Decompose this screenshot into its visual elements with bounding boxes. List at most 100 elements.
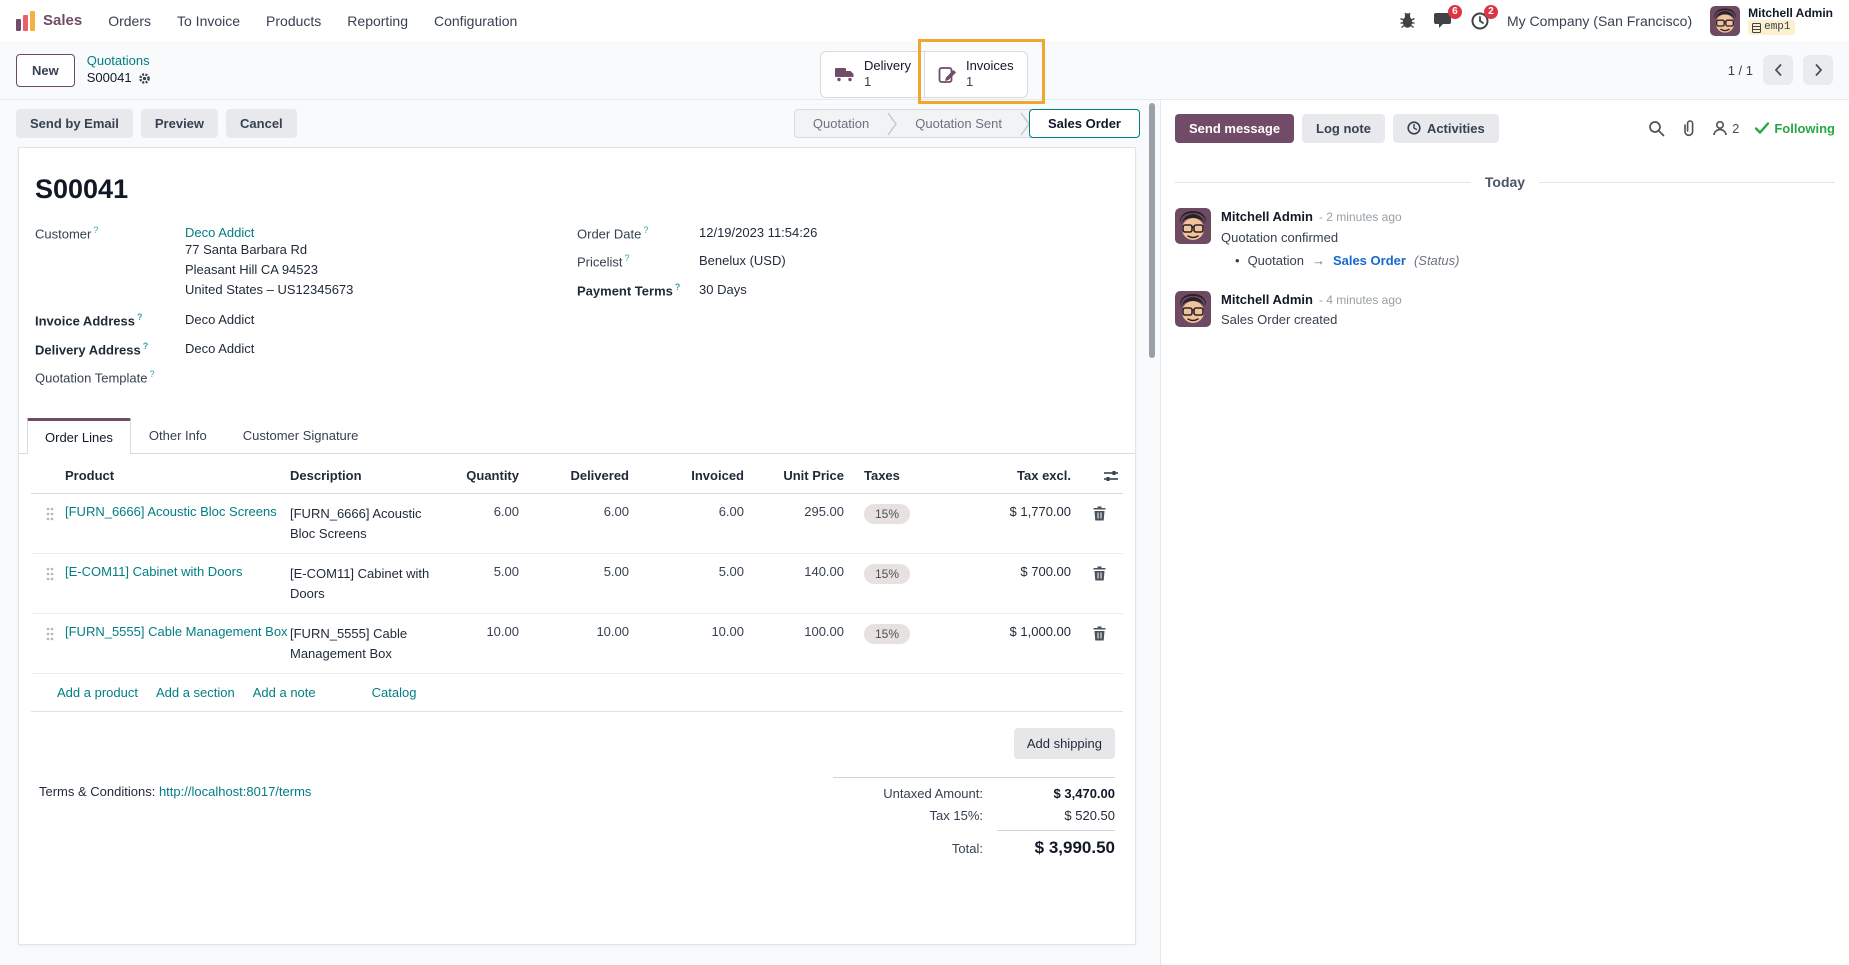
order-line-row[interactable]: [FURN_5555] Cable Management Box [FURN_5…: [31, 614, 1123, 674]
delete-line-button[interactable]: [1079, 564, 1119, 581]
product-link[interactable]: [E-COM11] Cabinet with Doors: [65, 564, 290, 579]
line-invoiced[interactable]: 5.00: [635, 564, 750, 579]
invoices-smart-button[interactable]: Invoices 1: [924, 52, 1027, 97]
drag-handle-icon[interactable]: [35, 504, 65, 521]
payment-terms-value[interactable]: 30 Days: [699, 282, 747, 298]
col-invoiced[interactable]: Invoiced: [635, 468, 750, 483]
line-delivered[interactable]: 5.00: [525, 564, 635, 579]
stage-quotation-sent[interactable]: Quotation Sent: [897, 110, 1020, 137]
search-messages-button[interactable]: [1648, 120, 1665, 137]
tax-badge[interactable]: 15%: [864, 564, 910, 584]
order-line-row[interactable]: [FURN_6666] Acoustic Bloc Screens [FURN_…: [31, 494, 1123, 554]
cancel-button[interactable]: Cancel: [226, 109, 297, 138]
drag-handle-icon[interactable]: [35, 564, 65, 581]
col-unit-price[interactable]: Unit Price: [750, 468, 850, 483]
line-description[interactable]: [FURN_5555] Cable Management Box: [290, 624, 440, 663]
message-author[interactable]: Mitchell Admin: [1221, 291, 1313, 310]
catalog-link[interactable]: Catalog: [372, 685, 417, 700]
activities-button[interactable]: Activities: [1393, 114, 1499, 143]
delivery-smart-button[interactable]: Delivery 1: [821, 52, 924, 97]
col-description[interactable]: Description: [290, 468, 440, 483]
delete-line-button[interactable]: [1079, 504, 1119, 521]
menu-orders[interactable]: Orders: [108, 13, 151, 29]
line-quantity[interactable]: 5.00: [440, 564, 525, 579]
menu-to-invoice[interactable]: To Invoice: [177, 13, 240, 29]
delivery-address-value[interactable]: Deco Addict: [185, 341, 254, 357]
preview-button[interactable]: Preview: [141, 109, 218, 138]
form-scrollbar[interactable]: [1149, 100, 1155, 965]
customer-label: Customer?: [35, 225, 185, 300]
col-delivered[interactable]: Delivered: [525, 468, 635, 483]
app-name[interactable]: Sales: [43, 12, 82, 29]
invoice-address-value[interactable]: Deco Addict: [185, 312, 254, 328]
help-marker: ?: [143, 341, 149, 351]
tab-customer-signature[interactable]: Customer Signature: [225, 418, 377, 454]
line-subtotal: $ 700.00: [945, 564, 1079, 579]
tax-badge[interactable]: 15%: [864, 504, 910, 524]
line-unit-price[interactable]: 140.00: [750, 564, 850, 579]
drag-handle-icon[interactable]: [35, 624, 65, 641]
pager-next-button[interactable]: [1803, 55, 1833, 85]
menu-reporting[interactable]: Reporting: [347, 13, 408, 29]
activities-clock-icon[interactable]: 2: [1471, 12, 1489, 30]
debug-bug-icon[interactable]: [1399, 12, 1416, 29]
scrollbar-thumb[interactable]: [1149, 103, 1155, 358]
pricelist-value[interactable]: Benelux (USD): [699, 253, 786, 269]
line-delivered[interactable]: 6.00: [525, 504, 635, 519]
add-note-link[interactable]: Add a note: [253, 685, 316, 700]
line-subtotal: $ 1,770.00: [945, 504, 1079, 519]
message-author[interactable]: Mitchell Admin: [1221, 208, 1313, 227]
line-quantity[interactable]: 6.00: [440, 504, 525, 519]
following-button[interactable]: Following: [1755, 121, 1835, 136]
pager-previous-button[interactable]: [1763, 55, 1793, 85]
app-switcher[interactable]: Sales: [16, 11, 82, 31]
add-shipping-button[interactable]: Add shipping: [1014, 728, 1115, 759]
line-invoiced[interactable]: 10.00: [635, 624, 750, 639]
line-invoiced[interactable]: 6.00: [635, 504, 750, 519]
help-marker: ?: [643, 225, 648, 235]
attachments-button[interactable]: [1681, 119, 1696, 137]
tab-order-lines[interactable]: Order Lines: [27, 418, 131, 454]
send-message-button[interactable]: Send message: [1175, 114, 1294, 143]
company-switcher[interactable]: My Company (San Francisco): [1507, 13, 1692, 29]
add-product-link[interactable]: Add a product: [57, 685, 138, 700]
gear-icon[interactable]: [138, 72, 151, 85]
activities-button-label: Activities: [1427, 121, 1485, 136]
log-note-button[interactable]: Log note: [1302, 114, 1385, 143]
product-link[interactable]: [FURN_6666] Acoustic Bloc Screens: [65, 504, 290, 519]
line-unit-price[interactable]: 100.00: [750, 624, 850, 639]
pager-value: 1 / 1: [1728, 63, 1753, 78]
tax-badge[interactable]: 15%: [864, 624, 910, 644]
col-product[interactable]: Product: [65, 468, 290, 483]
messages-icon[interactable]: 6: [1434, 12, 1453, 29]
order-line-row[interactable]: [E-COM11] Cabinet with Doors [E-COM11] C…: [31, 554, 1123, 614]
col-tax-excl[interactable]: Tax excl.: [945, 468, 1079, 483]
line-delivered[interactable]: 10.00: [525, 624, 635, 639]
new-button[interactable]: New: [16, 54, 75, 87]
optional-columns-button[interactable]: [1079, 469, 1119, 483]
line-quantity[interactable]: 10.00: [440, 624, 525, 639]
breadcrumb-quotations[interactable]: Quotations: [87, 53, 151, 70]
line-unit-price[interactable]: 295.00: [750, 504, 850, 519]
tab-other-info[interactable]: Other Info: [131, 418, 225, 454]
chatter-message[interactable]: Mitchell Admin - 4 minutes ago Sales Ord…: [1175, 291, 1835, 331]
line-description[interactable]: [FURN_6666] Acoustic Bloc Screens: [290, 504, 440, 543]
menu-products[interactable]: Products: [266, 13, 321, 29]
product-link[interactable]: [FURN_5555] Cable Management Box: [65, 624, 290, 639]
col-taxes[interactable]: Taxes: [850, 468, 945, 483]
line-description[interactable]: [E-COM11] Cabinet with Doors: [290, 564, 440, 603]
add-section-link[interactable]: Add a section: [156, 685, 235, 700]
send-by-email-button[interactable]: Send by Email: [16, 109, 133, 138]
stage-quotation[interactable]: Quotation: [795, 110, 887, 137]
chatter-message[interactable]: Mitchell Admin - 2 minutes ago Quotation…: [1175, 208, 1835, 271]
user-menu[interactable]: Mitchell Admin emp1: [1710, 6, 1833, 36]
menu-configuration[interactable]: Configuration: [434, 13, 517, 29]
col-quantity[interactable]: Quantity: [440, 468, 525, 483]
help-marker: ?: [150, 369, 155, 379]
followers-button[interactable]: 2: [1712, 120, 1739, 136]
customer-link[interactable]: Deco Addict: [185, 225, 254, 240]
terms-link[interactable]: http://localhost:8017/terms: [159, 784, 311, 799]
order-date-value[interactable]: 12/19/2023 11:54:26: [699, 225, 817, 241]
delete-line-button[interactable]: [1079, 624, 1119, 641]
stage-sales-order[interactable]: Sales Order: [1029, 109, 1140, 138]
